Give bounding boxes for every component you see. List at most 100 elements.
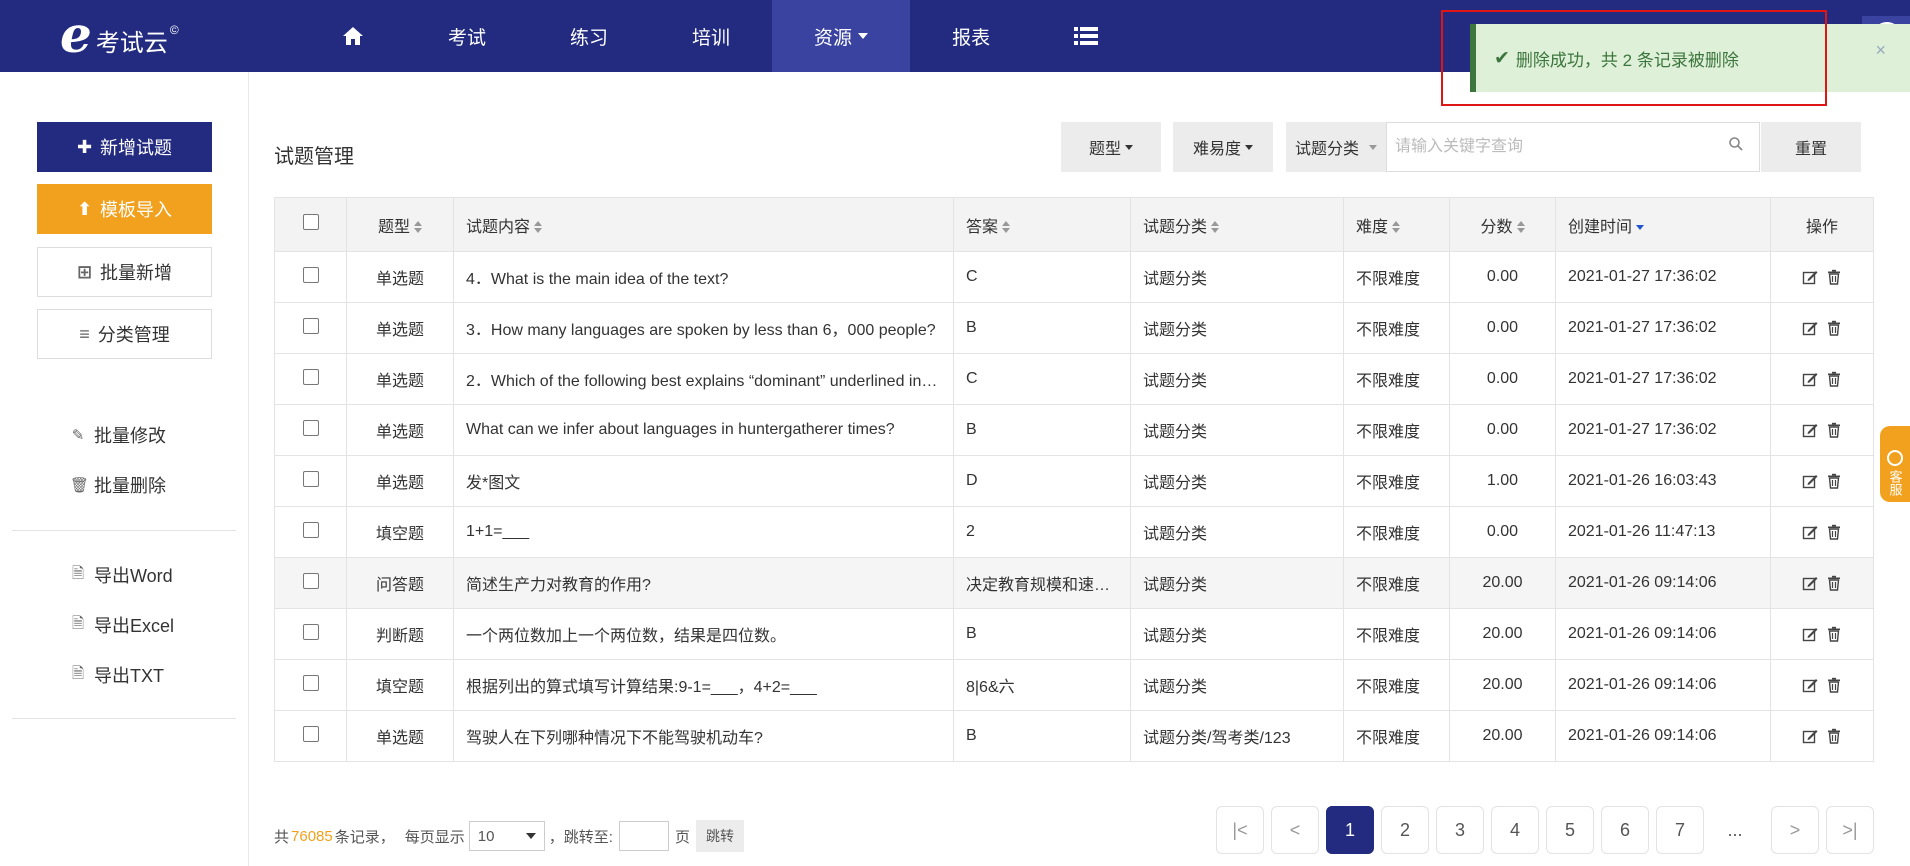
trash-icon[interactable] xyxy=(1826,677,1842,693)
row-checkbox[interactable] xyxy=(302,317,319,334)
table-row[interactable]: 单选题 发*图文 D 试题分类 不限难度 1.00 2021-01-26 16:03:43 xyxy=(274,455,1874,507)
nav-resources[interactable]: 资源 xyxy=(772,0,911,72)
row-checkbox[interactable] xyxy=(302,470,319,487)
table-row[interactable]: 单选题 2．Which of the following best explain… xyxy=(274,353,1874,405)
edit-icon[interactable] xyxy=(1802,269,1818,285)
prev-page-button[interactable]: < xyxy=(1271,806,1319,854)
template-import-button[interactable]: ⬆ 模板导入 xyxy=(37,184,212,234)
edit-icon[interactable] xyxy=(1802,575,1818,591)
page-1-button[interactable]: 1 xyxy=(1326,806,1374,854)
row-checkbox[interactable] xyxy=(302,266,319,283)
search-input[interactable] xyxy=(1386,122,1760,172)
page-6-button[interactable]: 6 xyxy=(1601,806,1649,854)
row-checkbox[interactable] xyxy=(302,521,319,538)
cell-category: 试题分类 xyxy=(1130,302,1344,354)
table-row[interactable]: 单选题 What can we infer about languages in … xyxy=(274,404,1874,456)
nav-training[interactable]: 培训 xyxy=(650,0,772,72)
trash-icon[interactable] xyxy=(1826,575,1842,591)
close-icon[interactable]: × xyxy=(1875,40,1886,61)
export-txt-label: 导出TXT xyxy=(94,666,164,686)
edit-icon[interactable] xyxy=(1802,422,1818,438)
row-checkbox[interactable] xyxy=(302,674,319,691)
trash-icon[interactable] xyxy=(1826,473,1842,489)
cell-category: 试题分类 xyxy=(1130,608,1344,660)
category-manage-button[interactable]: ≡ 分类管理 xyxy=(37,309,212,359)
app-logo[interactable]: e 考试云 © xyxy=(60,10,179,60)
trash-icon[interactable] xyxy=(1826,320,1842,336)
nav-resources-label: 资源 xyxy=(814,27,853,49)
row-checkbox[interactable] xyxy=(302,368,319,385)
page-4-button[interactable]: 4 xyxy=(1491,806,1539,854)
category-manage-label: 分类管理 xyxy=(97,325,170,345)
edit-icon[interactable] xyxy=(1802,320,1818,336)
col-type[interactable]: 题型 xyxy=(346,197,454,252)
search-icon[interactable] xyxy=(1728,136,1744,152)
trash-icon[interactable] xyxy=(1826,626,1842,642)
cell-created: 2021-01-26 09:14:06 xyxy=(1555,710,1771,762)
export-txt-link[interactable]: 🗎 导出TXT xyxy=(70,662,164,688)
page-2-button[interactable]: 2 xyxy=(1381,806,1429,854)
table-row[interactable]: 填空题 1+1=___ 2 试题分类 不限难度 0.00 2021-01-26 11:47:… xyxy=(274,506,1874,558)
chat-bubble-icon xyxy=(1887,450,1903,466)
last-page-button[interactable]: >| xyxy=(1826,806,1874,854)
edit-icon[interactable] xyxy=(1802,371,1818,387)
row-checkbox[interactable] xyxy=(302,725,319,742)
trash-icon[interactable] xyxy=(1826,524,1842,540)
select-all-checkbox[interactable] xyxy=(302,214,319,230)
edit-icon[interactable] xyxy=(1802,728,1818,744)
page-5-button[interactable]: 5 xyxy=(1546,806,1594,854)
add-question-button[interactable]: ✚ 新增试题 xyxy=(37,122,212,172)
nav-reports[interactable]: 报表 xyxy=(910,0,1032,72)
table-row[interactable]: 判断题 一个两位数加上一个两位数，结果是四位数。 B 试题分类 不限难度 20.00 202… xyxy=(274,608,1874,660)
difficulty-filter-dropdown[interactable]: 难易度 xyxy=(1173,122,1273,172)
col-category[interactable]: 试题分类 xyxy=(1130,197,1344,252)
nav-home[interactable] xyxy=(300,0,406,72)
nav-practice[interactable]: 练习 xyxy=(528,0,650,72)
first-page-button[interactable]: |< xyxy=(1216,806,1264,854)
table-row[interactable]: 问答题简述生产力对教育的作用?决定教育规模和速度，决定教育结构试题分类不限难度2… xyxy=(274,557,1874,609)
nav-exam[interactable]: 考试 xyxy=(406,0,528,72)
trash-icon[interactable] xyxy=(1826,422,1842,438)
trash-icon[interactable] xyxy=(1826,728,1842,744)
customer-service-tab[interactable]: 客服 xyxy=(1880,426,1910,502)
reset-button[interactable]: 重置 xyxy=(1761,122,1861,172)
col-score[interactable]: 分数 xyxy=(1449,197,1556,252)
edit-icon[interactable] xyxy=(1802,473,1818,489)
table-row[interactable]: 单选题 3．How many languages are spoken by le… xyxy=(274,302,1874,354)
next-page-button[interactable]: > xyxy=(1771,806,1819,854)
type-filter-dropdown[interactable]: 题型 xyxy=(1061,122,1161,172)
cell-score: 0.00 xyxy=(1449,353,1556,405)
edit-icon: ✎ xyxy=(71,427,85,444)
table-row[interactable]: 单选题 驾驶人在下列哪种情况下不能驾驶机动车? B 试题分类/驾考类/123 不限难度 2… xyxy=(274,710,1874,762)
col-difficulty[interactable]: 难度 xyxy=(1343,197,1450,252)
edit-icon[interactable] xyxy=(1802,524,1818,540)
col-answer[interactable]: 答案 xyxy=(953,197,1131,252)
jump-page-input[interactable] xyxy=(618,821,669,851)
batch-edit-link[interactable]: ✎ 批量修改 xyxy=(70,422,166,448)
last-page-icon: >| xyxy=(1842,819,1858,840)
row-checkbox[interactable] xyxy=(302,572,319,589)
row-checkbox[interactable] xyxy=(302,419,319,436)
toast-message: 删除成功，共 2 条记录被删除 xyxy=(1515,50,1739,70)
col-created[interactable]: 创建时间 xyxy=(1555,197,1771,252)
nav-more[interactable] xyxy=(1032,0,1140,72)
trash-icon[interactable] xyxy=(1826,269,1842,285)
page-7-button[interactable]: 7 xyxy=(1656,806,1704,854)
table-row[interactable]: 填空题 根据列出的算式填写计算结果:9-1=___，4+2=___ 8|6&六 试题分… xyxy=(274,659,1874,711)
page-size-select[interactable]: 10 xyxy=(468,821,545,851)
category-select[interactable]: 试题分类 xyxy=(1286,122,1386,172)
col-content[interactable]: 试题内容 xyxy=(453,197,954,252)
table-row[interactable]: 单选题 4．What is the main idea of the text? C… xyxy=(274,251,1874,303)
edit-icon[interactable] xyxy=(1802,677,1818,693)
export-word-link[interactable]: 🗎 导出Word xyxy=(70,562,173,588)
cell-difficulty: 不限难度 xyxy=(1343,506,1450,558)
trash-icon[interactable] xyxy=(1826,371,1842,387)
edit-icon[interactable] xyxy=(1802,626,1818,642)
batch-delete-link[interactable]: 🗑 批量删除 xyxy=(70,472,166,498)
jump-button[interactable]: 跳转 xyxy=(695,820,744,852)
col-created-label: 创建时间 xyxy=(1568,218,1633,236)
row-checkbox[interactable] xyxy=(302,623,319,640)
export-excel-link[interactable]: 🗎 导出Excel xyxy=(70,612,174,638)
batch-add-button[interactable]: ⊞ 批量新增 xyxy=(37,247,212,297)
page-3-button[interactable]: 3 xyxy=(1436,806,1484,854)
